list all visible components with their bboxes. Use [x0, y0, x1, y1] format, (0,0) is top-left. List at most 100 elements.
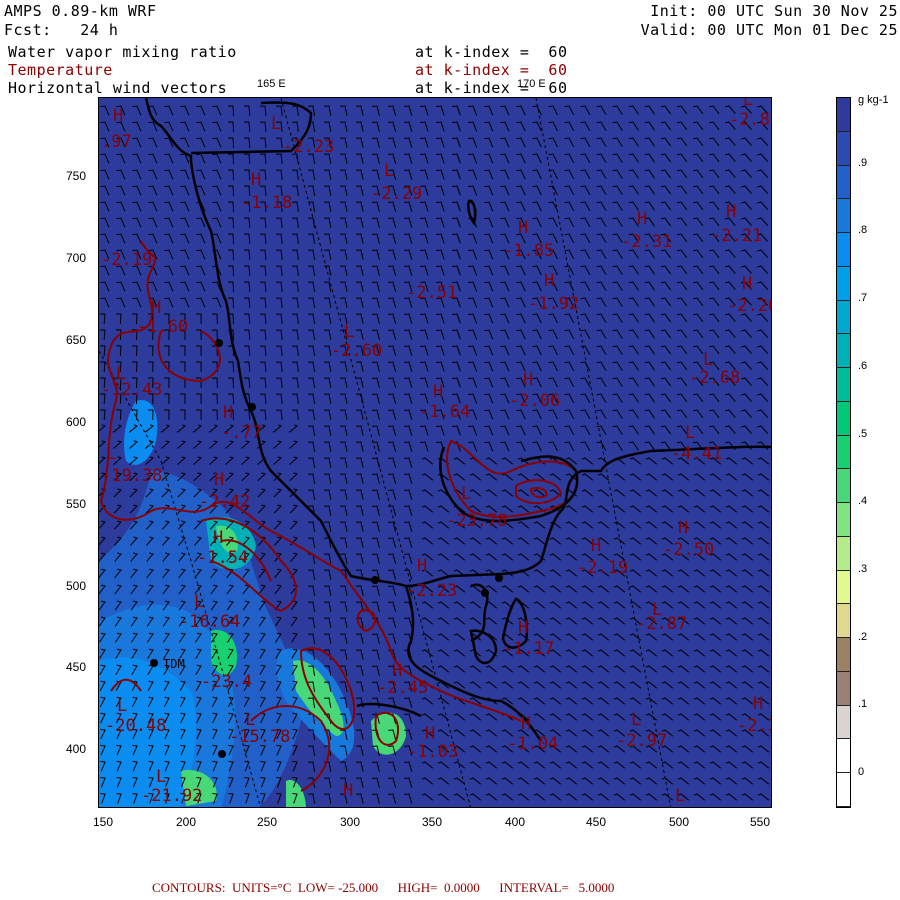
colorbar-swatch [837, 503, 850, 537]
high-marker: H [213, 528, 223, 548]
colorbar-swatch [837, 604, 850, 638]
extremum-value: -2.87 [636, 614, 687, 634]
contour-info: CONTOURS: UNITS=°C LOW= -25.000 HIGH= 0.… [152, 880, 615, 895]
map-canvas: TDM H.97L-2.23H-1.18L-2.29H-1.85H-2.31H-… [99, 98, 771, 807]
high-marker: H [753, 694, 763, 714]
high-marker: H [518, 618, 528, 638]
station-marker [150, 659, 158, 667]
colorbar-label: .4 [858, 495, 868, 508]
high-marker: H [544, 271, 554, 291]
high-marker: H [742, 274, 752, 294]
x-tick-label: 250 [257, 815, 278, 829]
station-marker [248, 403, 256, 411]
high-marker: H [521, 714, 531, 734]
x-tick-label: 550 [750, 815, 771, 829]
low-marker: L [703, 350, 713, 370]
low-marker: L [106, 444, 116, 464]
colorbar-swatch [837, 773, 850, 807]
colorbar-units-text: g kg-1 [858, 94, 889, 106]
x-tick-label: 450 [586, 815, 607, 829]
extremum-value: -1.17 [503, 639, 554, 659]
field-level-moisture: at k-index = 60 [415, 43, 568, 61]
extremum-value: -2.45 [377, 678, 428, 698]
extremum-value: -2.26 [727, 296, 771, 316]
colorbar-swatch [837, 131, 850, 166]
high-marker: H [678, 518, 688, 538]
x-tick-label: 500 [669, 815, 690, 829]
extremum-value: -1.64 [419, 402, 470, 422]
extremum-value: -2.3 [737, 716, 771, 736]
high-marker: H [726, 202, 736, 222]
y-tick-label: 750 [66, 169, 87, 183]
colorbar-units: g kg-1 [858, 94, 889, 106]
high-marker: H [113, 106, 123, 126]
x-tick-label: 400 [505, 815, 526, 829]
y-tick-label: 600 [66, 415, 87, 429]
x-tick-label: 150 [93, 815, 114, 829]
high-marker: H [151, 298, 161, 318]
colorbar-label: 0 [858, 766, 865, 779]
x-tick-label: 300 [340, 815, 361, 829]
colorbar-label: .2 [858, 630, 868, 643]
colorbar-swatch [837, 705, 850, 740]
extremum-value: -2.31 [621, 232, 672, 252]
extremum-value: -2.42 [199, 492, 250, 512]
colorbar-swatch [837, 334, 850, 368]
high-marker: H [591, 536, 601, 556]
x-tick-label: 350 [422, 815, 443, 829]
extremum-value: -1.03 [407, 742, 458, 762]
colorbar-swatch [837, 469, 850, 503]
map-plot-area: TDM H .97 L -2.23 H -1.18 L -2.29 H -1.85 H -2.31 H -… [98, 97, 772, 808]
colorbar-swatch [837, 401, 850, 436]
colorbar-swatch [837, 300, 850, 335]
longitude-label-170e: 170 E [517, 78, 546, 90]
colorbar-swatch [837, 671, 850, 706]
high-marker: H [433, 382, 443, 402]
extremum-value: -2.97 [616, 731, 667, 751]
extremum-value: -19.38 [101, 466, 162, 486]
x-tick-label: 200 [176, 815, 197, 829]
colorbar [836, 97, 851, 808]
high-marker: H [214, 470, 224, 490]
forecast-hour: Fcst: 24 h [4, 21, 119, 39]
colorbar-swatch [837, 570, 850, 605]
station-marker [215, 339, 223, 347]
low-marker: L [156, 767, 166, 787]
colorbar-swatch [837, 638, 850, 672]
extremum-value: -2.29 [371, 184, 422, 204]
low-marker: L [461, 484, 471, 504]
colorbar-swatch [837, 165, 850, 200]
extremum-value: -4.41 [671, 444, 722, 464]
colorbar-label: .6 [858, 359, 868, 372]
extremum-value: -2.19 [101, 250, 152, 270]
colorbar-swatch [837, 98, 850, 132]
high-marker: H [518, 218, 528, 238]
colorbar-swatch [837, 739, 850, 773]
y-tick-label: 650 [66, 333, 87, 347]
high-marker: H [425, 724, 435, 744]
extremum-value: -2.19 [577, 558, 628, 578]
colorbar-label: .1 [858, 698, 868, 711]
extremum-value: -1.85 [503, 241, 554, 261]
colorbar-label: .7 [858, 292, 868, 305]
extremum-value: -2.23 [406, 581, 457, 601]
y-tick-label: 450 [66, 660, 87, 674]
colorbar-label: .8 [858, 224, 868, 237]
y-tick-label: 400 [66, 742, 87, 756]
station-marker [495, 574, 503, 582]
extremum-value: -1.60 [137, 317, 188, 337]
station-marker [218, 750, 226, 758]
extremum-value: -21.92 [141, 786, 202, 806]
extremum-value: .97 [101, 132, 132, 152]
extremum-value: -.77 [221, 423, 262, 443]
high-marker: H [223, 403, 233, 423]
extremum-value: -1.04 [507, 734, 558, 754]
valid-time: Valid: 00 UTC Mon 01 Dec 25 [640, 21, 898, 39]
y-tick-label: 700 [66, 251, 87, 265]
extremum-value: -12.43 [101, 380, 162, 400]
extremum-value: -20.48 [105, 716, 166, 736]
extremum-value: -2.21 [711, 226, 762, 246]
field-name-temperature: Temperature [8, 61, 113, 79]
low-marker: L [271, 114, 281, 134]
extremum-value: -2.50 [663, 540, 714, 560]
